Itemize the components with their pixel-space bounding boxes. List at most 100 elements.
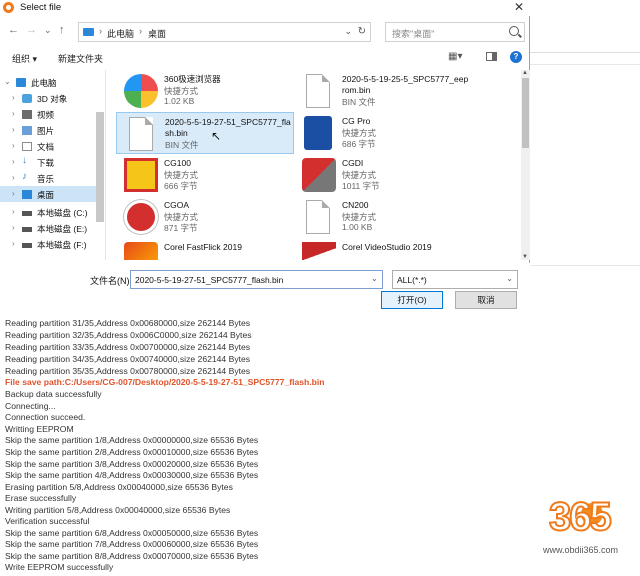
log-line: Backup data successfully: [5, 389, 102, 399]
cn200-icon: [306, 200, 330, 234]
breadcrumb-desktop[interactable]: 桌面: [148, 27, 166, 40]
file-item-cg100[interactable]: CG100 快捷方式 666 字节: [116, 154, 294, 196]
nav-item-label: 本地磁盘 (E:): [37, 224, 88, 234]
cancel-button[interactable]: 取消: [455, 291, 517, 309]
back-arrow-icon[interactable]: ←: [8, 24, 19, 36]
navigation-pane: ⌄ 此电脑 › 3D 对象 › 视频 › 图片 › 文档 › ↓ 下载 › ♪ …: [0, 70, 106, 260]
expand-chevron-icon[interactable]: ›: [12, 173, 15, 182]
file-item-corel-videostudio[interactable]: Corel VideoStudio 2019: [294, 238, 472, 260]
cgoa-icon: [124, 200, 158, 234]
nav-item-label: 音乐: [37, 174, 55, 184]
log-line: Skip the same partition 2/8,Address 0x00…: [5, 447, 259, 457]
nav-pane-scrollbar[interactable]: [96, 112, 104, 222]
cg100-icon: [124, 158, 158, 192]
forward-arrow-icon[interactable]: →: [26, 24, 37, 36]
expand-chevron-icon[interactable]: ›: [12, 239, 15, 248]
app-icon: [3, 2, 14, 13]
file-item-cgoa[interactable]: CGOA 快捷方式 871 字节: [116, 196, 294, 238]
file-name: Corel VideoStudio 2019: [342, 242, 432, 252]
recent-locations-chevron-icon[interactable]: ⌄: [44, 25, 52, 36]
nav-item-3d-objects[interactable]: › 3D 对象: [0, 90, 96, 106]
file-type: BIN 文件: [342, 97, 376, 107]
organize-menu-button[interactable]: 组织 ▾: [12, 52, 37, 65]
expand-chevron-icon[interactable]: ›: [12, 141, 15, 150]
nav-item-drive-c[interactable]: › 本地磁盘 (C:): [0, 204, 96, 220]
preview-pane-icon[interactable]: [486, 52, 497, 61]
file-size: 686 字节: [342, 139, 376, 149]
expand-chevron-icon[interactable]: ›: [12, 207, 15, 216]
address-dropdown-chevron-icon[interactable]: ⌄: [344, 26, 352, 37]
expand-chevron-icon[interactable]: ›: [12, 157, 15, 166]
nav-item-label: 桌面: [37, 190, 55, 200]
divider: [530, 52, 640, 53]
nav-item-drive-e[interactable]: › 本地磁盘 (E:): [0, 220, 96, 236]
expand-chevron-icon[interactable]: ›: [12, 189, 15, 198]
cgdi-icon: [302, 158, 336, 192]
scroll-down-icon[interactable]: ▼: [522, 254, 528, 260]
nav-item-label: 3D 对象: [37, 94, 68, 104]
file-item-cn200[interactable]: CN200 快捷方式 1.00 KB: [294, 196, 472, 238]
new-folder-button[interactable]: 新建文件夹: [58, 52, 103, 65]
nav-item-label: 下载: [37, 158, 55, 168]
expand-chevron-icon[interactable]: ›: [12, 93, 15, 102]
file-list-scrollbar[interactable]: ▲ ▼: [521, 70, 530, 260]
expand-chevron-icon[interactable]: ›: [12, 109, 15, 118]
up-arrow-icon[interactable]: ↑: [59, 24, 65, 36]
scroll-up-icon[interactable]: ▲: [522, 70, 528, 76]
expand-chevron-icon[interactable]: ›: [12, 125, 15, 134]
nav-item-label: 本地磁盘 (C:): [37, 208, 88, 218]
close-icon[interactable]: ✕: [509, 0, 529, 16]
nav-item-downloads[interactable]: › ↓ 下载: [0, 154, 96, 170]
watermark-mark: 365: [548, 494, 613, 540]
breadcrumb-separator: ›: [139, 26, 142, 36]
file-item-corel-fastflick[interactable]: Corel FastFlick 2019: [116, 238, 294, 260]
nav-item-this-pc[interactable]: ⌄ 此电脑: [0, 74, 96, 90]
file-name: Corel FastFlick 2019: [164, 242, 242, 252]
collapse-chevron-icon[interactable]: ⌄: [4, 77, 11, 86]
file-item-cgdi[interactable]: CGDI 快捷方式 1011 字节: [294, 154, 472, 196]
search-input[interactable]: 搜索"桌面": [385, 22, 525, 42]
nav-item-label: 视频: [37, 110, 55, 120]
file-size: 1011 字节: [342, 181, 380, 191]
divider: [530, 64, 640, 65]
nav-item-documents[interactable]: › 文档: [0, 138, 96, 154]
nav-item-pictures[interactable]: › 图片: [0, 122, 96, 138]
watermark-logo: 365 www.obdii365.com: [543, 494, 633, 570]
computer-icon: [16, 78, 26, 87]
nav-item-video[interactable]: › 视频: [0, 106, 96, 122]
file-item-flash-bin[interactable]: 2020-5-5-19-27-51_SPC5777_flash.bin BIN …: [116, 112, 294, 154]
filename-input[interactable]: [130, 270, 383, 289]
file-size: 871 字节: [164, 223, 198, 233]
log-line: Reading partition 32/35,Address 0x006C00…: [5, 330, 252, 340]
dialog-title: Select file: [20, 2, 62, 13]
refresh-icon[interactable]: ↻: [358, 26, 366, 37]
search-icon: [509, 26, 519, 36]
filename-dropdown-chevron-icon[interactable]: ⌄: [371, 274, 378, 283]
nav-item-music[interactable]: › ♪ 音乐: [0, 170, 96, 186]
open-button[interactable]: 打开(O): [381, 291, 443, 309]
nav-item-label: 本地磁盘 (F:): [37, 240, 87, 250]
expand-chevron-icon[interactable]: ›: [12, 223, 15, 232]
file-size: 1.02 KB: [164, 96, 195, 106]
help-icon[interactable]: ?: [510, 51, 522, 63]
bin-file-icon: [306, 74, 330, 108]
file-type-filter-select[interactable]: ALL(*.*) ⌄: [392, 270, 518, 289]
scrollbar-thumb[interactable]: [522, 78, 529, 148]
file-type: BIN 文件: [165, 140, 199, 150]
view-options-icon[interactable]: ▦▾: [448, 51, 462, 62]
breadcrumb-this-pc[interactable]: 此电脑: [107, 27, 134, 40]
music-icon: ♪: [22, 171, 27, 182]
file-item-eeprom-bin[interactable]: 2020-5-5-19-25-5_SPC5777_eeprom.bin BIN …: [294, 70, 472, 112]
file-item-cg-pro[interactable]: CG Pro 快捷方式 686 字节: [294, 112, 472, 154]
file-size: 1.00 KB: [342, 222, 373, 232]
search-placeholder: 搜索"桌面": [392, 29, 435, 39]
nav-item-label: 此电脑: [31, 78, 57, 88]
file-item-360-browser[interactable]: 360极速浏览器 快捷方式 1.02 KB: [116, 70, 294, 112]
navigation-bar: ← → ⌄ ↑ › 此电脑 › 桌面 ⌄ ↻ 搜索"桌面": [0, 18, 530, 46]
file-name: CG Pro: [342, 116, 371, 126]
log-line: Verification successful: [5, 516, 90, 526]
dialog-footer: 文件名(N): ⌄ ALL(*.*) ⌄ 打开(O) 取消: [0, 263, 530, 312]
address-bar[interactable]: › 此电脑 › 桌面 ⌄ ↻: [78, 22, 371, 42]
nav-item-drive-f[interactable]: › 本地磁盘 (F:): [0, 236, 96, 252]
nav-item-desktop[interactable]: › 桌面: [0, 186, 96, 202]
